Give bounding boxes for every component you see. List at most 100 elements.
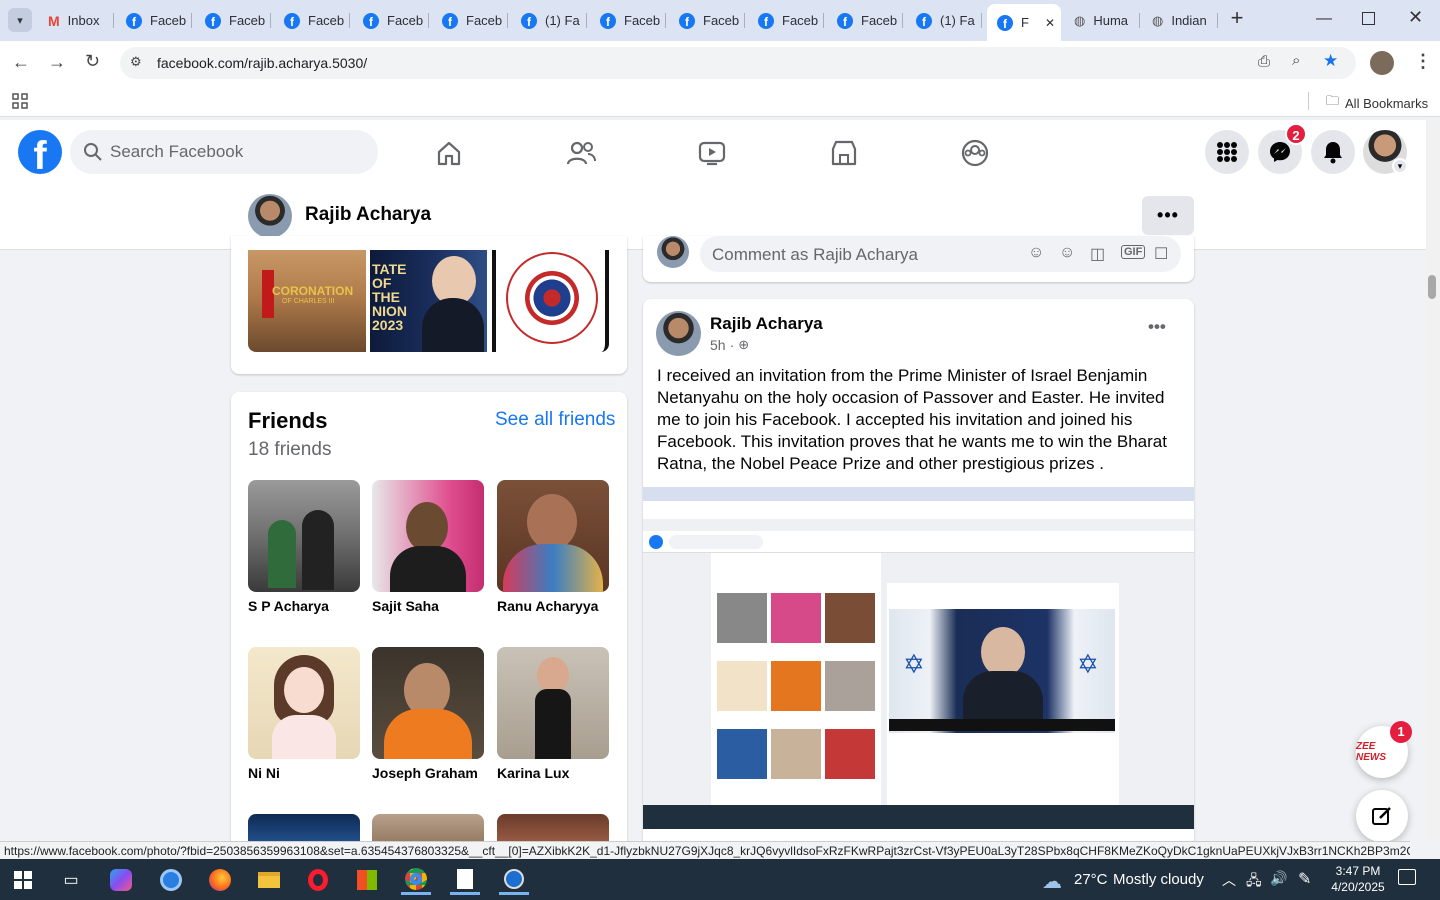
- snipping-tool-icon[interactable]: [499, 865, 529, 895]
- chrome-icon[interactable]: [401, 865, 431, 895]
- page-scrollbar[interactable]: [1426, 120, 1440, 841]
- bookmark-star-icon[interactable]: ★: [1323, 51, 1338, 71]
- apps-grid-icon[interactable]: [12, 93, 28, 109]
- browser-tab[interactable]: f F ✕: [987, 4, 1061, 41]
- post-author-avatar[interactable]: [656, 311, 701, 356]
- friend-photo[interactable]: [248, 480, 360, 592]
- friend-photo[interactable]: [372, 480, 484, 592]
- new-message-button[interactable]: [1356, 790, 1408, 842]
- browser-tab[interactable]: f (1) Fa: [511, 6, 587, 35]
- reload-button[interactable]: ↻: [85, 51, 100, 72]
- profile-avatar[interactable]: [1370, 51, 1394, 75]
- see-all-friends-link[interactable]: See all friends: [495, 409, 615, 431]
- notepad-icon[interactable]: [450, 865, 480, 895]
- browser-tab[interactable]: f Faceb: [590, 6, 666, 35]
- commenter-avatar[interactable]: [657, 236, 689, 268]
- camera-icon[interactable]: ◫: [1090, 244, 1105, 264]
- post-image[interactable]: ✡ ✡: [643, 487, 1194, 829]
- notifications-button[interactable]: [1311, 130, 1355, 174]
- friend-name[interactable]: Ranu Acharyya: [497, 598, 598, 614]
- store-icon[interactable]: [352, 865, 382, 895]
- more-options-button[interactable]: •••: [1142, 196, 1194, 235]
- home-icon[interactable]: [434, 138, 464, 168]
- friend-name[interactable]: Joseph Graham: [372, 765, 478, 781]
- post-author-name[interactable]: Rajib Acharya: [710, 314, 823, 334]
- windows-start-icon[interactable]: [8, 865, 38, 895]
- new-tab-button[interactable]: +: [1226, 7, 1248, 30]
- browser-tab[interactable]: f Faceb: [432, 6, 508, 35]
- browser-menu-icon[interactable]: ⋮: [1414, 51, 1432, 72]
- back-button[interactable]: ←: [12, 52, 30, 73]
- notification-center-icon[interactable]: [1398, 869, 1416, 885]
- url-text[interactable]: facebook.com/rajib.acharya.5030/: [157, 55, 367, 71]
- tab-search-button[interactable]: ▾: [8, 8, 32, 32]
- browser-tab[interactable]: f Faceb: [274, 6, 350, 35]
- browser-tab[interactable]: f Faceb: [669, 6, 745, 35]
- friend-photo[interactable]: [248, 647, 360, 759]
- opera-icon[interactable]: [303, 865, 333, 895]
- facebook-logo[interactable]: f: [18, 130, 62, 174]
- scrollbar-thumb[interactable]: [1428, 275, 1436, 299]
- profile-bar-avatar[interactable]: [248, 194, 292, 238]
- friend-name[interactable]: Karina Lux: [497, 765, 569, 781]
- app-blue-icon[interactable]: [156, 865, 186, 895]
- marketplace-icon[interactable]: [829, 138, 859, 168]
- friend-photo[interactable]: [372, 647, 484, 759]
- gif-icon[interactable]: GIF: [1121, 245, 1146, 259]
- site-settings-icon[interactable]: ⚙: [130, 54, 142, 70]
- browser-tab[interactable]: f Faceb: [195, 6, 271, 35]
- photo-coronation[interactable]: CORONATION OF CHARLES III: [248, 250, 366, 352]
- friend-name[interactable]: Sajit Saha: [372, 598, 439, 614]
- file-explorer-icon[interactable]: [254, 865, 284, 895]
- browser-tab[interactable]: ◍ Indian: [1142, 6, 1218, 35]
- volume-icon[interactable]: 🔊: [1270, 870, 1287, 887]
- weather-text[interactable]: Mostly cloudy: [1113, 871, 1204, 888]
- post-time[interactable]: 5h: [710, 337, 726, 353]
- friend-name[interactable]: Ni Ni: [248, 765, 280, 781]
- sticker-icon[interactable]: ☐: [1154, 244, 1168, 264]
- browser-tab[interactable]: f Faceb: [748, 6, 824, 35]
- close-window-button[interactable]: ✕: [1408, 7, 1423, 28]
- browser-tab[interactable]: f Faceb: [827, 6, 903, 35]
- profile-bar-name[interactable]: Rajib Acharya: [305, 204, 431, 226]
- browser-tab[interactable]: f Faceb: [353, 6, 429, 35]
- close-tab-icon[interactable]: ✕: [1045, 16, 1055, 30]
- browser-tab[interactable]: f Faceb: [116, 6, 192, 35]
- friends-icon[interactable]: [566, 138, 596, 168]
- comment-input[interactable]: Comment as Rajib Acharya ☺ ☺ ◫ GIF ☐: [700, 236, 1181, 272]
- all-bookmarks-button[interactable]: 🗀 All Bookmarks: [1326, 92, 1428, 114]
- menu-grid-button[interactable]: [1205, 130, 1249, 174]
- friend-photo[interactable]: [497, 647, 609, 759]
- browser-tab[interactable]: f (1) Fa: [906, 6, 982, 35]
- account-chevron-icon[interactable]: ▾: [1392, 158, 1408, 174]
- zoom-icon[interactable]: ⌕: [1292, 52, 1300, 69]
- friend-photo[interactable]: [497, 480, 609, 592]
- pen-icon[interactable]: ✎: [1298, 869, 1311, 889]
- search-input[interactable]: Search Facebook: [110, 142, 243, 162]
- friend-name[interactable]: S P Acharya: [248, 598, 329, 614]
- search-box[interactable]: Search Facebook: [70, 130, 378, 174]
- image-friends-panel: [711, 553, 881, 829]
- clock[interactable]: 3:47 PM 4/20/2025: [1328, 863, 1388, 895]
- forward-button[interactable]: →: [48, 52, 66, 73]
- firefox-icon[interactable]: [205, 865, 235, 895]
- avatar-sticker-icon[interactable]: ☺: [1028, 244, 1044, 262]
- omnibox[interactable]: ⚙ facebook.com/rajib.acharya.5030/ ⎙ ⌕ ★: [120, 47, 1356, 79]
- photo-state-of-union[interactable]: TATE OF THE NION 2023: [370, 250, 487, 352]
- post-options-icon[interactable]: •••: [1148, 317, 1166, 337]
- network-icon[interactable]: 🖧: [1246, 870, 1262, 894]
- groups-icon[interactable]: [960, 138, 990, 168]
- copilot-icon[interactable]: [106, 865, 136, 895]
- tray-chevron-icon[interactable]: ︿: [1222, 870, 1236, 890]
- browser-tab[interactable]: M Inbox: [38, 6, 114, 35]
- task-view-icon[interactable]: ▭: [56, 865, 86, 895]
- browser-tab[interactable]: ◍ Huma: [1064, 6, 1140, 35]
- weather-cloud-icon[interactable]: ☁: [1042, 869, 1062, 894]
- emoji-icon[interactable]: ☺: [1059, 244, 1075, 262]
- restore-button[interactable]: [1362, 12, 1375, 25]
- minimize-button[interactable]: —: [1316, 10, 1334, 28]
- photo-charles-emblem[interactable]: [492, 250, 609, 352]
- install-app-icon[interactable]: ⎙: [1258, 53, 1270, 70]
- watch-video-icon[interactable]: [697, 138, 727, 168]
- weather-temp[interactable]: 27°C: [1074, 871, 1108, 888]
